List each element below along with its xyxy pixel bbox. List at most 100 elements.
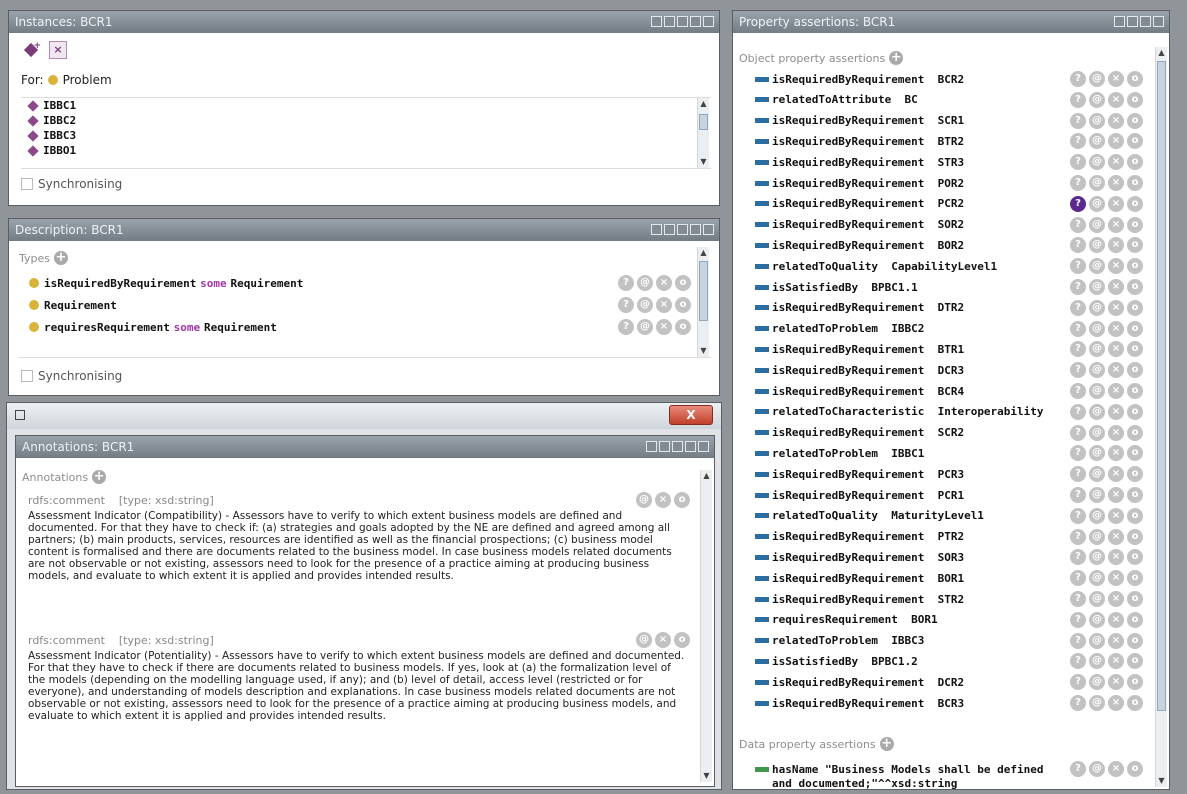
annotate-icon[interactable]: @	[1089, 695, 1105, 711]
annotate-icon[interactable]: @	[637, 297, 653, 313]
object-property-row[interactable]: isRequiredByRequirement DTR2? @ × o	[755, 298, 1143, 318]
edit-icon[interactable]: o	[1127, 674, 1143, 691]
annotate-icon[interactable]: @	[1089, 487, 1105, 503]
annotate-icon[interactable]: @	[1089, 175, 1105, 191]
list-item[interactable]: IBBO1	[21, 143, 711, 158]
info-icon[interactable]: ?	[1070, 507, 1086, 524]
delete-icon[interactable]: ×	[1108, 154, 1124, 171]
edit-icon[interactable]: o	[1127, 424, 1143, 441]
help-icon[interactable]	[646, 441, 657, 452]
scroll-thumb[interactable]	[1157, 61, 1166, 711]
object-property-row[interactable]: isSatisfiedBy BPBC1.1? @ × o	[755, 277, 1143, 297]
delete-icon[interactable]: ×	[1108, 216, 1124, 233]
info-icon[interactable]: ?	[1070, 299, 1086, 316]
type-row[interactable]: isRequiredByRequirement some Requirement…	[29, 273, 691, 293]
edit-icon[interactable]: o	[1127, 237, 1143, 254]
edit-icon[interactable]: o	[1127, 91, 1143, 108]
object-property-row[interactable]: isRequiredByRequirement BOR1? @ × o	[755, 568, 1143, 588]
info-icon[interactable]: ?	[1070, 383, 1086, 399]
edit-icon[interactable]: o	[1127, 175, 1143, 191]
edit-icon[interactable]: o	[675, 275, 691, 291]
object-property-row[interactable]: isRequiredByRequirement PCR1? @ × o	[755, 485, 1143, 505]
minimize-icon[interactable]	[677, 224, 688, 235]
annotate-icon[interactable]: @	[1089, 445, 1105, 462]
object-property-row[interactable]: isRequiredByRequirement DCR3? @ × o	[755, 360, 1143, 380]
delete-individual-icon[interactable]: ×	[49, 41, 67, 59]
instances-scrollbar[interactable]: ▲ ▼	[697, 98, 709, 168]
object-property-row[interactable]: isRequiredByRequirement STR2? @ × o	[755, 589, 1143, 609]
edit-icon[interactable]: o	[1127, 258, 1143, 275]
sync-checkbox[interactable]	[21, 370, 33, 382]
object-property-row[interactable]: isRequiredByRequirement SOR3? @ × o	[755, 547, 1143, 567]
info-icon[interactable]: ?	[1070, 258, 1086, 275]
edit-icon[interactable]: o	[1127, 279, 1143, 295]
maximize-icon[interactable]	[690, 224, 701, 235]
object-property-row[interactable]: isRequiredByRequirement DCR2? @ × o	[755, 672, 1143, 692]
annotate-icon[interactable]: @	[1089, 611, 1105, 628]
minimize-icon[interactable]	[677, 16, 688, 27]
info-icon[interactable]: ?	[1070, 91, 1086, 108]
sync-checkbox[interactable]	[21, 178, 33, 190]
annotate-icon[interactable]: @	[1089, 91, 1105, 108]
scroll-up-icon[interactable]: ▲	[1156, 47, 1167, 59]
info-icon[interactable]: ?	[1070, 445, 1086, 462]
info-icon[interactable]: ?	[1070, 112, 1086, 129]
delete-icon[interactable]: ×	[1108, 466, 1124, 483]
object-property-row[interactable]: isRequiredByRequirement POR2? @ × o	[755, 173, 1143, 193]
annotate-icon[interactable]: @	[1089, 761, 1105, 777]
info-icon[interactable]: ?	[1070, 424, 1086, 441]
scroll-thumb[interactable]	[699, 114, 708, 130]
edit-icon[interactable]: o	[1127, 112, 1143, 129]
dialog-close-button[interactable]: X	[669, 405, 713, 425]
pin-icon[interactable]	[659, 441, 670, 452]
info-icon[interactable]: ?	[1070, 341, 1086, 358]
info-icon[interactable]: ?	[1070, 216, 1086, 233]
edit-icon[interactable]: o	[674, 492, 690, 508]
info-icon[interactable]: ?	[1070, 528, 1086, 545]
annotate-icon[interactable]: @	[1089, 424, 1105, 441]
info-icon[interactable]: ?	[1070, 175, 1086, 191]
scroll-down-icon[interactable]: ▼	[698, 156, 709, 168]
info-icon[interactable]: ?	[1070, 653, 1086, 670]
annotate-icon[interactable]: @	[637, 275, 653, 291]
edit-icon[interactable]: o	[1127, 611, 1143, 628]
annotate-icon[interactable]: @	[1089, 258, 1105, 275]
edit-icon[interactable]: o	[675, 319, 691, 335]
object-property-row[interactable]: isRequiredByRequirement BTR1? @ × o	[755, 339, 1143, 359]
pin-icon[interactable]	[664, 16, 675, 27]
scroll-up-icon[interactable]: ▲	[698, 247, 709, 259]
delete-icon[interactable]: ×	[1108, 528, 1124, 545]
edit-icon[interactable]: o	[1127, 71, 1143, 87]
annotate-icon[interactable]: @	[1089, 653, 1105, 670]
delete-icon[interactable]: ×	[1108, 112, 1124, 129]
delete-icon[interactable]: ×	[1108, 133, 1124, 150]
edit-icon[interactable]: o	[1127, 487, 1143, 503]
info-icon[interactable]: ?	[618, 297, 634, 313]
add-individual-icon[interactable]: +	[23, 41, 41, 59]
add-annotation-icon[interactable]: +	[92, 470, 107, 484]
annotate-icon[interactable]: @	[1089, 632, 1105, 649]
annotate-icon[interactable]: @	[1089, 195, 1105, 212]
scroll-up-icon[interactable]: ▲	[698, 98, 709, 110]
delete-icon[interactable]: ×	[1108, 695, 1124, 711]
edit-icon[interactable]: o	[1127, 466, 1143, 483]
delete-icon[interactable]: ×	[1108, 91, 1124, 108]
delete-icon[interactable]: ×	[1108, 299, 1124, 316]
close-icon[interactable]	[1153, 16, 1164, 27]
edit-icon[interactable]: o	[1127, 362, 1143, 379]
type-row[interactable]: requiresRequirement some Requirement ? @…	[29, 317, 691, 337]
object-property-row[interactable]: relatedToQuality CapabilityLevel1? @ × o	[755, 256, 1143, 276]
info-icon[interactable]: ?	[1070, 362, 1086, 379]
scroll-down-icon[interactable]: ▼	[1156, 775, 1167, 787]
scroll-up-icon[interactable]: ▲	[701, 470, 712, 482]
annotate-icon[interactable]: @	[636, 492, 652, 508]
object-property-row[interactable]: relatedToCharacteristic Interoperability…	[755, 402, 1143, 422]
add-object-property-icon[interactable]: +	[889, 51, 904, 65]
object-property-row[interactable]: requiresRequirement BOR1? @ × o	[755, 610, 1143, 630]
edit-icon[interactable]: o	[1127, 528, 1143, 545]
annotate-icon[interactable]: @	[1089, 674, 1105, 691]
info-icon[interactable]: ?	[1070, 466, 1086, 483]
annotate-icon[interactable]: @	[637, 319, 653, 335]
annotate-icon[interactable]: @	[636, 632, 652, 648]
edit-icon[interactable]: o	[1127, 570, 1143, 587]
